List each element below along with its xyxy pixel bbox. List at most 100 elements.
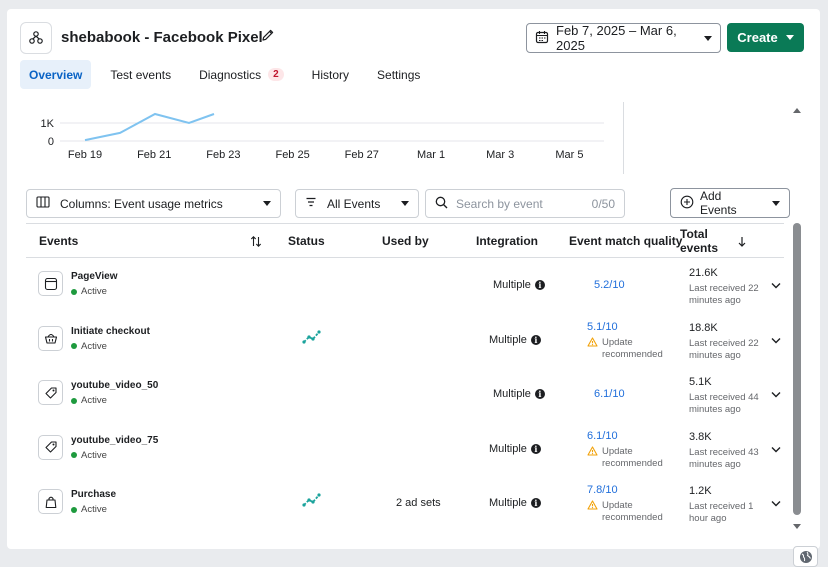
last-received-text: Last received 22 minutes ago xyxy=(689,283,759,306)
date-range-picker[interactable]: Feb 7, 2025 – Mar 6, 2025 xyxy=(526,23,721,53)
info-icon[interactable]: i xyxy=(534,280,545,290)
warning-icon xyxy=(587,445,598,470)
emq-score[interactable]: 7.8/10 xyxy=(587,484,618,496)
emq-score[interactable]: 6.1/10 xyxy=(594,367,625,421)
tag-icon xyxy=(38,434,63,460)
add-events-button[interactable]: Add Events xyxy=(670,188,790,218)
event-status: Active xyxy=(71,450,107,461)
emq-warning: Update recommended xyxy=(587,337,670,361)
last-received-text: Last received 44 minutes ago xyxy=(689,392,759,415)
last-received-text: Last received 43 minutes ago xyxy=(689,446,759,470)
event-name[interactable]: youtube_video_50 xyxy=(71,380,158,391)
last-received-text: Last received 22 minutes ago xyxy=(689,337,759,361)
tab-settings[interactable]: Settings xyxy=(368,60,429,89)
warning-icon xyxy=(587,336,598,361)
tab-diagnostics[interactable]: Diagnostics 2 xyxy=(190,60,293,89)
table-row[interactable]: Initiate checkout Active Multiple i 5.1/10 Up… xyxy=(26,313,784,367)
emq-score[interactable]: 5.1/10 xyxy=(587,321,618,333)
create-button[interactable]: Create xyxy=(727,23,804,52)
total-events-value: 3.8K xyxy=(689,430,712,443)
y-tick-label: 0 xyxy=(48,136,54,148)
pixel-panel: shebabook - Facebook Pixel Feb 7, 2025 –… xyxy=(7,9,820,549)
col-header-total-events[interactable]: Total events xyxy=(680,224,740,258)
emq-warning-text: Update recommended xyxy=(602,336,663,360)
integration-value: Multiple xyxy=(489,333,527,346)
event-name[interactable]: youtube_video_75 xyxy=(71,435,158,446)
chevron-down-icon[interactable] xyxy=(771,335,781,347)
integration-value: Multiple xyxy=(489,442,527,455)
total-events-value: 18.8K xyxy=(689,321,718,334)
status-text: Active xyxy=(81,286,107,297)
tab-label: Overview xyxy=(29,67,83,82)
x-tick-label: Feb 25 xyxy=(275,149,309,161)
warning-icon xyxy=(587,500,598,524)
x-tick-label: Mar 1 xyxy=(417,149,445,161)
tab-test-events[interactable]: Test events xyxy=(101,60,180,89)
trend-sparkline-icon xyxy=(302,492,322,511)
table-header: Events Status Used by Integration Event … xyxy=(26,223,784,258)
chevron-down-icon xyxy=(263,201,271,206)
tab-overview[interactable]: Overview xyxy=(20,60,92,89)
scrollbar[interactable] xyxy=(791,105,803,535)
emq-warning-text: Update recommended xyxy=(602,500,663,523)
table-row[interactable]: youtube_video_75 Active Multiple i 6.1/10 Upd… xyxy=(26,422,784,476)
pixel-icon xyxy=(20,22,52,54)
info-icon[interactable]: i xyxy=(534,389,545,399)
sort-down-icon[interactable] xyxy=(737,224,747,258)
info-icon[interactable]: i xyxy=(530,443,541,454)
chevron-down-icon xyxy=(704,35,712,41)
table-row[interactable]: PageView Active Multiple i 5.2/10 21.6K Last r… xyxy=(26,258,784,312)
shopping-bag-icon xyxy=(38,489,63,514)
integration-cell: Multiple i xyxy=(489,313,541,367)
used-by-value[interactable]: 2 ad sets xyxy=(396,476,441,530)
tab-label: Settings xyxy=(377,67,421,82)
info-icon[interactable]: i xyxy=(530,334,541,345)
event-name[interactable]: PageView xyxy=(71,271,118,282)
x-tick-label: Feb 27 xyxy=(345,149,379,161)
emq-warning: Update recommended xyxy=(587,446,670,470)
edit-pencil-icon[interactable] xyxy=(261,28,275,47)
info-icon[interactable]: i xyxy=(530,498,541,508)
col-header-integration: Integration xyxy=(476,234,538,248)
col-header-emq: Event match quality xyxy=(569,234,683,248)
chevron-down-icon xyxy=(772,200,780,206)
date-range-label: Feb 7, 2025 – Mar 6, 2025 xyxy=(556,23,677,53)
status-text: Active xyxy=(81,340,107,352)
chevron-down-icon[interactable] xyxy=(771,444,781,456)
x-tick-label: Feb 23 xyxy=(206,149,240,161)
event-name[interactable]: Purchase xyxy=(71,489,116,500)
tab-label: Diagnostics xyxy=(199,67,262,82)
tab-label: Test events xyxy=(110,67,172,82)
event-name[interactable]: Initiate checkout xyxy=(71,326,150,337)
integration-cell: Multiple i xyxy=(489,476,541,530)
scrollbar-thumb[interactable] xyxy=(793,223,801,515)
shopping-basket-icon xyxy=(38,325,63,351)
status-text: Active xyxy=(81,449,107,461)
sort-icon[interactable] xyxy=(250,224,262,258)
search-input[interactable]: Search by event 0/50 xyxy=(425,189,625,218)
active-dot-icon xyxy=(71,506,77,513)
columns-label: Columns: Event usage metrics xyxy=(60,196,223,211)
chevron-down-icon[interactable] xyxy=(771,280,781,292)
globe-icon[interactable] xyxy=(793,546,818,567)
x-tick-label: Mar 3 xyxy=(486,149,514,161)
integration-value: Multiple xyxy=(489,497,527,509)
total-events-value: 21.6K xyxy=(689,267,718,279)
table-row[interactable]: youtube_video_50 Active Multiple i 6.1/10 5.1… xyxy=(26,367,784,421)
integration-value: Multiple xyxy=(493,388,531,400)
chevron-down-icon[interactable] xyxy=(771,389,781,401)
tab-history[interactable]: History xyxy=(303,60,358,89)
integration-value: Multiple xyxy=(493,279,531,291)
emq-score[interactable]: 6.1/10 xyxy=(587,430,618,442)
columns-dropdown[interactable]: Columns: Event usage metrics xyxy=(26,189,281,218)
events-filter-dropdown[interactable]: All Events xyxy=(295,189,419,218)
event-status: Active xyxy=(71,341,107,352)
events-filter-label: All Events xyxy=(327,196,381,211)
emq-score[interactable]: 5.2/10 xyxy=(594,258,625,312)
last-received-text: Last received 1 hour ago xyxy=(689,501,754,524)
table-row[interactable]: Purchase Active 2 ad sets Multiple i 7.8/10 Up… xyxy=(26,476,784,530)
y-tick-label: 1K xyxy=(41,118,55,130)
chevron-down-icon[interactable] xyxy=(771,498,781,510)
x-tick-label: Feb 21 xyxy=(137,149,171,161)
calendar-icon xyxy=(535,30,549,47)
